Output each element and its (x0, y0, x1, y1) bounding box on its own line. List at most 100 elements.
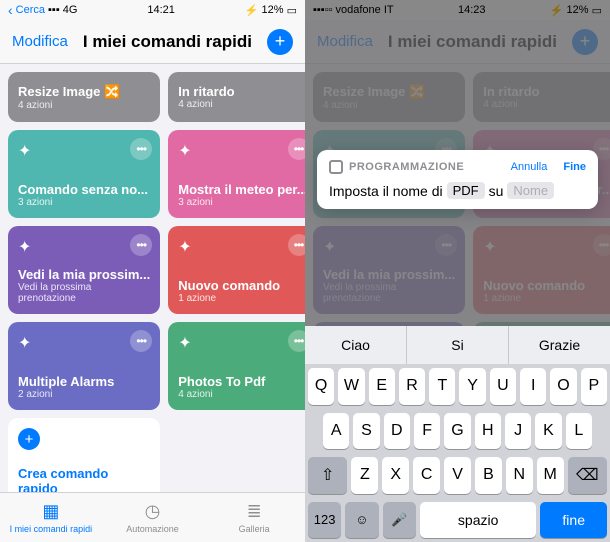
shift-key[interactable]: ⇧ (308, 457, 347, 494)
add-button[interactable]: + (267, 29, 293, 55)
phone-right: ▪▪▪▫▫ vodafone IT 14:23 ⚡ 12% ▭ Modifica… (305, 0, 610, 542)
card-subtitle: Vedi la prossima prenotazione (18, 282, 150, 304)
card-title: Vedi la mia prossim... (18, 267, 150, 282)
clock-icon: ◷ (145, 501, 161, 522)
key-s[interactable]: S (353, 413, 379, 450)
done-button[interactable]: Fine (563, 161, 586, 173)
popup-text: Imposta il nome di (329, 183, 443, 199)
key-f[interactable]: F (414, 413, 440, 450)
shortcut-card[interactable]: ✦ ••• Comando senza no... 3 azioni (8, 130, 160, 218)
key-g[interactable]: G (444, 413, 470, 450)
more-icon[interactable]: ••• (130, 138, 152, 160)
shortcut-card[interactable]: ✦ ••• Mostra il meteo per... 3 azioni (168, 130, 305, 218)
key-z[interactable]: Z (351, 457, 378, 494)
space-key[interactable]: spazio (420, 502, 537, 539)
tab-bar: ▦ I miei comandi rapidi ◷ Automazione ≣ … (0, 492, 305, 542)
key-m[interactable]: M (537, 457, 564, 494)
card-icon: ✦ (178, 332, 200, 354)
popup-text: su (489, 183, 504, 199)
tab-label: Galleria (239, 524, 270, 534)
key-d[interactable]: D (384, 413, 410, 450)
key-c[interactable]: C (413, 457, 440, 494)
shortcut-card[interactable]: ✦ ••• Nuovo comando 1 azione (168, 226, 305, 314)
tab-label: Automazione (126, 524, 179, 534)
suggestion-bar: Ciao Si Grazie (305, 326, 610, 364)
signal-icon: ▪▪▪ (48, 4, 60, 16)
card-subtitle: 4 azioni (18, 100, 150, 111)
card-title: In ritardo (178, 84, 305, 99)
more-icon[interactable]: ••• (130, 330, 152, 352)
card-icon: ✦ (18, 140, 40, 162)
page-title: I miei comandi rapidi (83, 32, 252, 52)
more-icon[interactable]: ••• (130, 234, 152, 256)
numbers-key[interactable]: 123 (308, 502, 341, 539)
more-icon[interactable]: ••• (288, 138, 305, 160)
network-label: 4G (63, 4, 78, 16)
card-icon: ✦ (18, 332, 40, 354)
card-subtitle: 2 azioni (18, 389, 150, 400)
key-w[interactable]: W (338, 368, 364, 405)
tab-shortcuts[interactable]: ▦ I miei comandi rapidi (0, 493, 102, 542)
suggestion[interactable]: Ciao (305, 326, 407, 364)
tab-gallery[interactable]: ≣ Galleria (203, 493, 305, 542)
shortcut-card[interactable]: ✦ ••• Multiple Alarms 2 azioni (8, 322, 160, 410)
keyboard: Ciao Si Grazie QWERTYUIOP ASDFGHJKL ⇧ ZX… (305, 326, 610, 542)
key-u[interactable]: U (490, 368, 516, 405)
card-title: Comando senza no... (18, 182, 150, 197)
token-name-field[interactable]: Nome (507, 182, 554, 199)
battery-icon: ▭ (287, 4, 297, 17)
delete-key[interactable]: ⌫ (568, 457, 607, 494)
key-h[interactable]: H (475, 413, 501, 450)
key-o[interactable]: O (550, 368, 576, 405)
return-key[interactable]: fine (540, 502, 607, 539)
token-pdf[interactable]: PDF (447, 182, 485, 199)
emoji-key[interactable]: ☺ (345, 502, 378, 539)
search-label[interactable]: Cerca (16, 4, 45, 16)
key-j[interactable]: J (505, 413, 531, 450)
more-icon[interactable]: ••• (288, 234, 305, 256)
key-p[interactable]: P (581, 368, 607, 405)
key-r[interactable]: R (399, 368, 425, 405)
shortcut-card[interactable]: Resize Image 🔀 4 azioni (8, 72, 160, 122)
card-title: Multiple Alarms (18, 374, 150, 389)
key-v[interactable]: V (444, 457, 471, 494)
more-icon[interactable]: ••• (288, 330, 305, 352)
key-e[interactable]: E (369, 368, 395, 405)
key-t[interactable]: T (429, 368, 455, 405)
back-chevron-icon[interactable]: ‹ (8, 2, 13, 18)
key-l[interactable]: L (566, 413, 592, 450)
shortcut-card[interactable]: In ritardo 4 azioni (168, 72, 305, 122)
shortcuts-content: Resize Image 🔀 4 azioni In ritardo 4 azi… (0, 64, 305, 492)
tab-automation[interactable]: ◷ Automazione (102, 493, 204, 542)
tab-label: I miei comandi rapidi (10, 524, 93, 534)
key-q[interactable]: Q (308, 368, 334, 405)
mic-key[interactable]: 🎤 (383, 502, 416, 539)
key-y[interactable]: Y (459, 368, 485, 405)
suggestion[interactable]: Si (407, 326, 509, 364)
key-k[interactable]: K (535, 413, 561, 450)
battery-pct: 12% (262, 4, 284, 16)
popup-category: PROGRAMMAZIONE (349, 161, 464, 173)
create-shortcut-card[interactable]: + Crea comando rapido (8, 418, 160, 492)
suggestion[interactable]: Grazie (509, 326, 610, 364)
card-icon: ✦ (18, 236, 40, 258)
card-icon: ✦ (178, 140, 200, 162)
shortcut-card[interactable]: ✦ ••• Vedi la mia prossim... Vedi la pro… (8, 226, 160, 314)
create-label: Crea comando rapido (18, 466, 150, 492)
clock: 14:21 (147, 4, 175, 16)
edit-button[interactable]: Modifica (12, 33, 68, 50)
key-a[interactable]: A (323, 413, 349, 450)
key-x[interactable]: X (382, 457, 409, 494)
phone-left: ‹ Cerca ▪▪▪ 4G 14:21 ⚡ 12% ▭ Modifica I … (0, 0, 305, 542)
key-n[interactable]: N (506, 457, 533, 494)
cancel-button[interactable]: Annulla (511, 161, 548, 173)
key-b[interactable]: B (475, 457, 502, 494)
card-subtitle: 1 azione (178, 293, 305, 304)
key-i[interactable]: I (520, 368, 546, 405)
plus-icon: + (18, 428, 40, 450)
shortcut-card[interactable]: ✦ ••• Photos To Pdf 4 azioni (168, 322, 305, 410)
card-title: Mostra il meteo per... (178, 182, 305, 197)
card-subtitle: 4 azioni (178, 99, 305, 110)
card-title: Photos To Pdf (178, 374, 305, 389)
grid-icon: ▦ (42, 501, 59, 522)
